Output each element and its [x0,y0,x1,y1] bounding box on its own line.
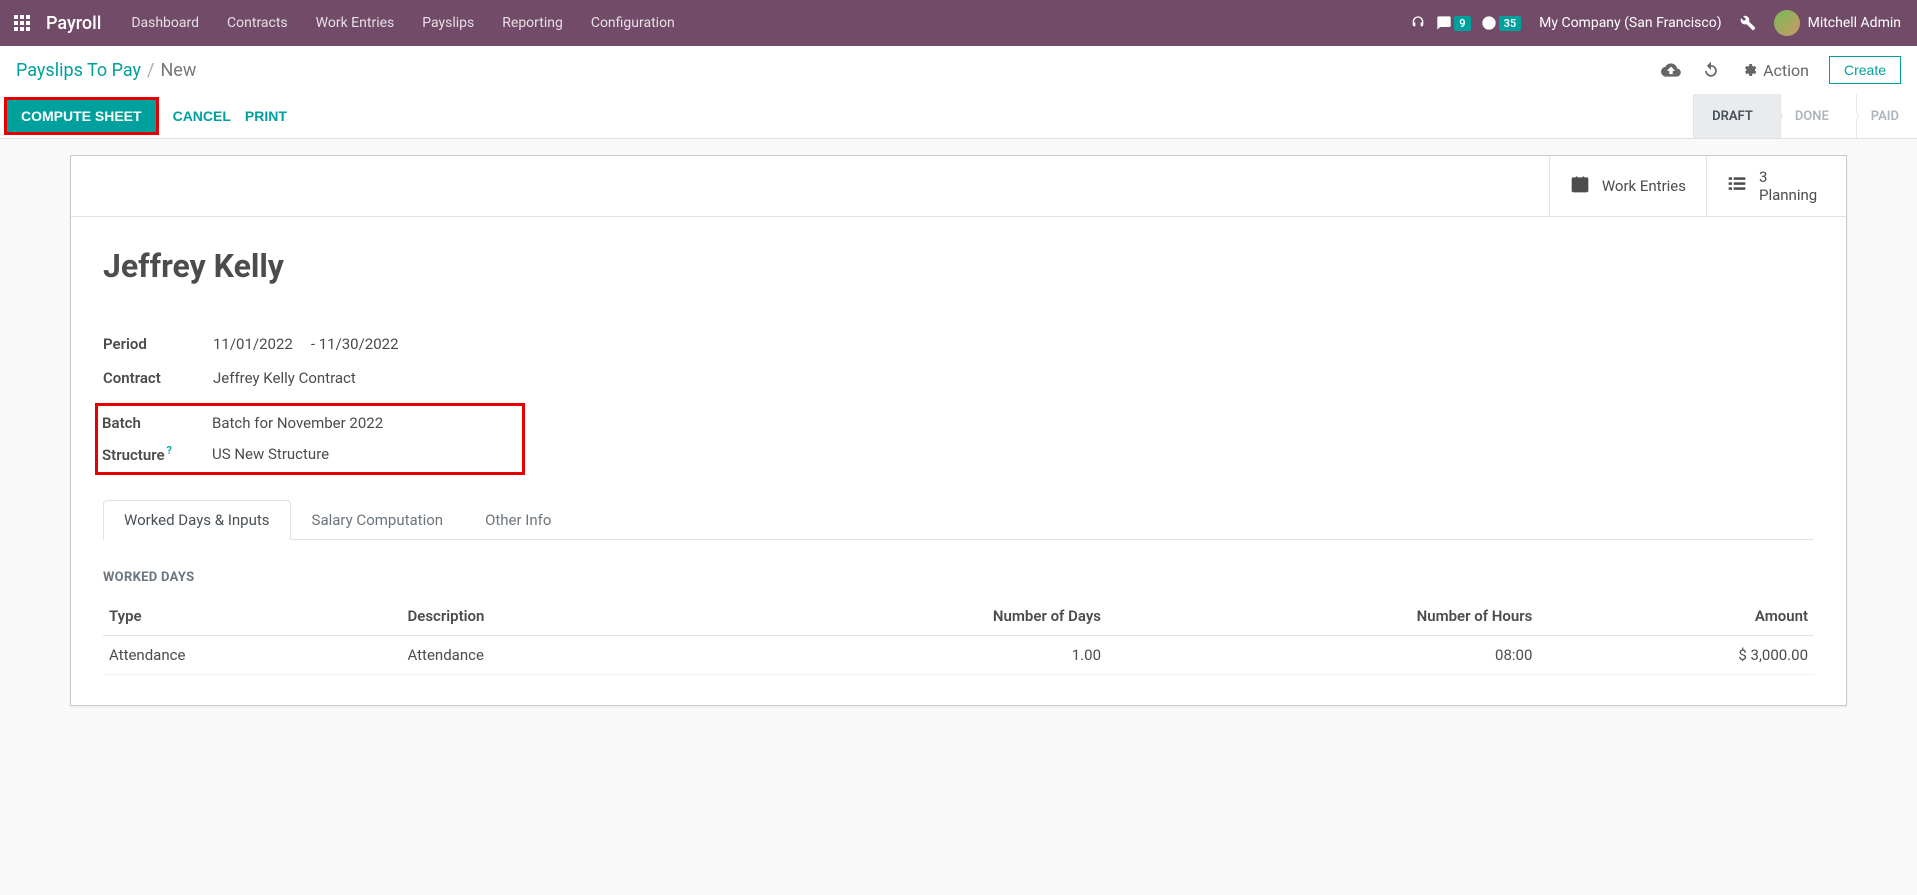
calendar-icon [1570,174,1590,199]
cell-type: Attendance [103,636,401,675]
cell-days: 1.00 [702,636,1107,675]
notebook-tabs: Worked Days & Inputs Salary Computation … [103,499,1814,540]
nav-item-configuration[interactable]: Configuration [577,0,689,46]
app-brand[interactable]: Payroll [46,13,101,34]
button-box: Work Entries 3 Planning [71,156,1846,217]
nav-menu: Dashboard Contracts Work Entries Payslip… [117,0,688,46]
cancel-button[interactable]: Cancel [173,100,231,132]
field-period: Period 11/01/2022 - 11/30/2022 [103,335,1814,353]
cell-description: Attendance [401,636,701,675]
breadcrumb-sep: / [147,60,154,81]
cloud-save-icon[interactable] [1661,60,1681,80]
tab-other-info[interactable]: Other Info [464,500,572,540]
cell-amount: $ 3,000.00 [1538,636,1814,675]
label-structure: Structure? [102,444,212,464]
compute-sheet-button[interactable]: Compute Sheet [7,100,156,132]
nav-item-reporting[interactable]: Reporting [488,0,577,46]
company-switcher[interactable]: My Company (San Francisco) [1531,15,1729,31]
avatar [1774,10,1800,36]
stat-work-entries-label: Work Entries [1602,177,1686,195]
stat-planning[interactable]: 3 Planning [1706,156,1846,216]
value-period-from[interactable]: 11/01/2022 [213,335,293,353]
table-row[interactable]: Attendance Attendance 1.00 08:00 $ 3,000… [103,636,1814,675]
create-button[interactable]: Create [1829,56,1901,84]
nav-item-contracts[interactable]: Contracts [213,0,302,46]
user-name: Mitchell Admin [1808,15,1901,31]
print-button[interactable]: Print [245,100,287,132]
page-title: Jeffrey Kelly [103,247,1814,285]
breadcrumb-current: New [160,60,196,81]
nav-item-payslips[interactable]: Payslips [408,0,488,46]
discard-icon[interactable] [1701,60,1721,80]
nav-item-dashboard[interactable]: Dashboard [117,0,213,46]
col-days: Number of Days [702,597,1107,636]
action-label: Action [1763,61,1809,80]
section-worked-days: Worked Days [103,570,1814,585]
breadcrumb: Payslips To Pay / New [16,60,196,81]
cell-hours: 08:00 [1107,636,1538,675]
form-sheet: Work Entries 3 Planning Jeffrey Kelly Pe… [70,155,1847,706]
tab-salary-computation[interactable]: Salary Computation [291,500,465,540]
breadcrumb-parent[interactable]: Payslips To Pay [16,60,141,81]
value-structure[interactable]: US New Structure [212,445,329,463]
tasks-icon [1727,174,1747,199]
status-bar: Draft Done Paid [1693,94,1917,138]
nav-item-work-entries[interactable]: Work Entries [302,0,409,46]
col-hours: Number of Hours [1107,597,1538,636]
col-amount: Amount [1538,597,1814,636]
debug-icon[interactable] [1740,15,1756,31]
status-draft[interactable]: Draft [1694,94,1771,138]
highlight-compute: Compute Sheet [4,97,159,135]
activities-icon[interactable]: 35 [1481,15,1522,31]
stat-planning-label: Planning [1759,186,1817,204]
col-type: Type [103,597,401,636]
stat-planning-count: 3 [1759,168,1817,186]
messages-badge: 9 [1454,16,1470,31]
help-icon[interactable]: ? [167,444,172,457]
field-structure: Structure? US New Structure [102,444,522,464]
nav-right: 9 35 My Company (San Francisco) Mitchell… [1410,10,1909,36]
col-description: Description [401,597,701,636]
stat-work-entries[interactable]: Work Entries [1549,156,1706,216]
field-contract: Contract Jeffrey Kelly Contract [103,369,1814,387]
label-contract: Contract [103,369,213,387]
value-batch[interactable]: Batch for November 2022 [212,414,383,432]
highlight-batch-structure: Batch Batch for November 2022 Structure?… [95,403,525,475]
action-button[interactable]: Action [1741,61,1809,80]
value-contract[interactable]: Jeffrey Kelly Contract [213,369,356,387]
top-navbar: Payroll Dashboard Contracts Work Entries… [0,0,1917,46]
label-batch: Batch [102,414,212,432]
support-icon[interactable] [1410,15,1426,31]
value-period-to[interactable]: - 11/30/2022 [311,335,399,353]
tab-worked-days[interactable]: Worked Days & Inputs [103,500,291,540]
activities-badge: 35 [1499,16,1522,31]
control-panel: Payslips To Pay / New Action Create Comp… [0,46,1917,139]
apps-icon[interactable] [8,9,36,37]
user-menu[interactable]: Mitchell Admin [1766,10,1909,36]
worked-days-table: Type Description Number of Days Number o… [103,597,1814,675]
messages-icon[interactable]: 9 [1436,15,1470,31]
field-batch: Batch Batch for November 2022 [102,414,522,432]
label-period: Period [103,335,213,353]
